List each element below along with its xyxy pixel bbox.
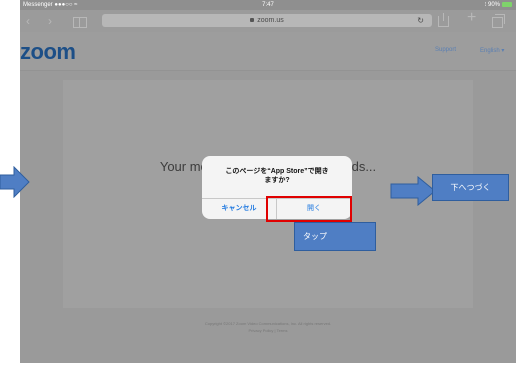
status-bar: Messenger ●●●○○ ≈ 7:47 ⁝ 90% (20, 0, 516, 10)
support-link[interactable]: Support (435, 47, 456, 53)
battery-status: ⁝ 90% (484, 0, 512, 10)
plus-icon[interactable]: + (467, 10, 476, 26)
status-time: 7:47 (262, 2, 274, 8)
continue-annotation: 下へつづく (432, 174, 509, 201)
arrow-right-icon (390, 176, 436, 206)
battery-icon (502, 1, 512, 7)
site-header: zoom Support English ▾ (20, 32, 516, 71)
footer-copyright: Copyright ©2017 Zoom Video Communication… (204, 321, 332, 326)
chevron-left-icon[interactable]: ‹ (26, 13, 30, 29)
address-bar[interactable]: zoom.us ↻ (102, 14, 432, 27)
dialog-message-line1: このページを“App Store”で開き (225, 168, 329, 175)
cancel-button[interactable]: キャンセル (202, 199, 276, 219)
zoom-logo[interactable]: zoom (20, 39, 76, 65)
language-selector[interactable]: English ▾ (480, 47, 504, 54)
chevron-right-icon[interactable]: › (48, 13, 52, 29)
footer-links[interactable]: Privacy Policy | Terms (20, 328, 516, 333)
dialog-message: このページを“App Store”で開き ますか? (202, 167, 352, 185)
reload-icon[interactable]: ↻ (417, 14, 424, 27)
tabs-icon[interactable] (492, 14, 505, 28)
dialog-message-line2: ますか? (264, 177, 290, 184)
url-display: zoom.us (102, 14, 432, 27)
browser-toolbar: ‹ › zoom.us ↻ + (20, 10, 516, 32)
share-icon[interactable] (438, 13, 449, 27)
book-icon[interactable] (73, 17, 87, 28)
open-button-highlight (266, 196, 352, 222)
tap-annotation: タップ (294, 222, 376, 251)
lock-icon (250, 18, 255, 23)
arrow-right-icon (0, 166, 30, 198)
